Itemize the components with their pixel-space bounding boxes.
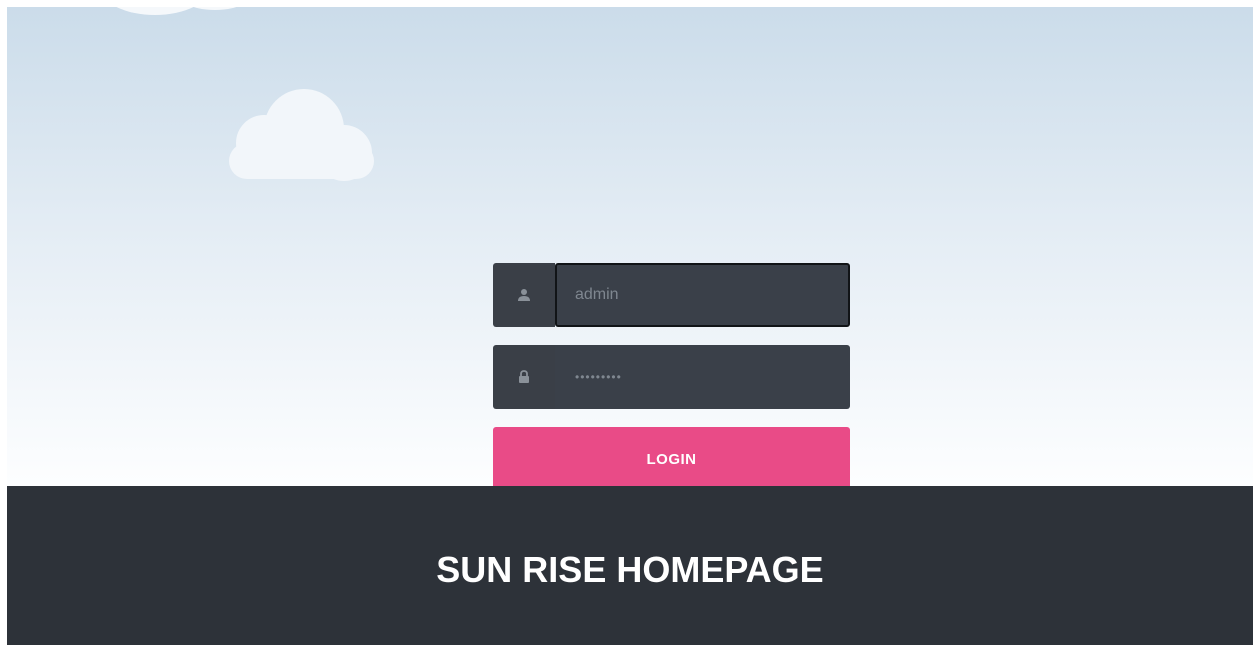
password-field-group (493, 345, 850, 409)
cloud-top-left (116, 7, 237, 15)
username-field-group (493, 263, 850, 327)
cloud-center-left (229, 89, 374, 181)
user-icon (493, 263, 555, 327)
username-input[interactable] (555, 263, 850, 327)
footer: SUN RISE HOMEPAGE (7, 486, 1253, 645)
lock-icon (493, 345, 555, 409)
password-input[interactable] (555, 345, 850, 409)
login-form: LOGIN (493, 263, 850, 491)
login-button[interactable]: LOGIN (493, 427, 850, 491)
footer-title: SUN RISE HOMEPAGE (436, 549, 824, 590)
page: LOGIN SUN RISE HOMEPAGE (7, 7, 1253, 645)
